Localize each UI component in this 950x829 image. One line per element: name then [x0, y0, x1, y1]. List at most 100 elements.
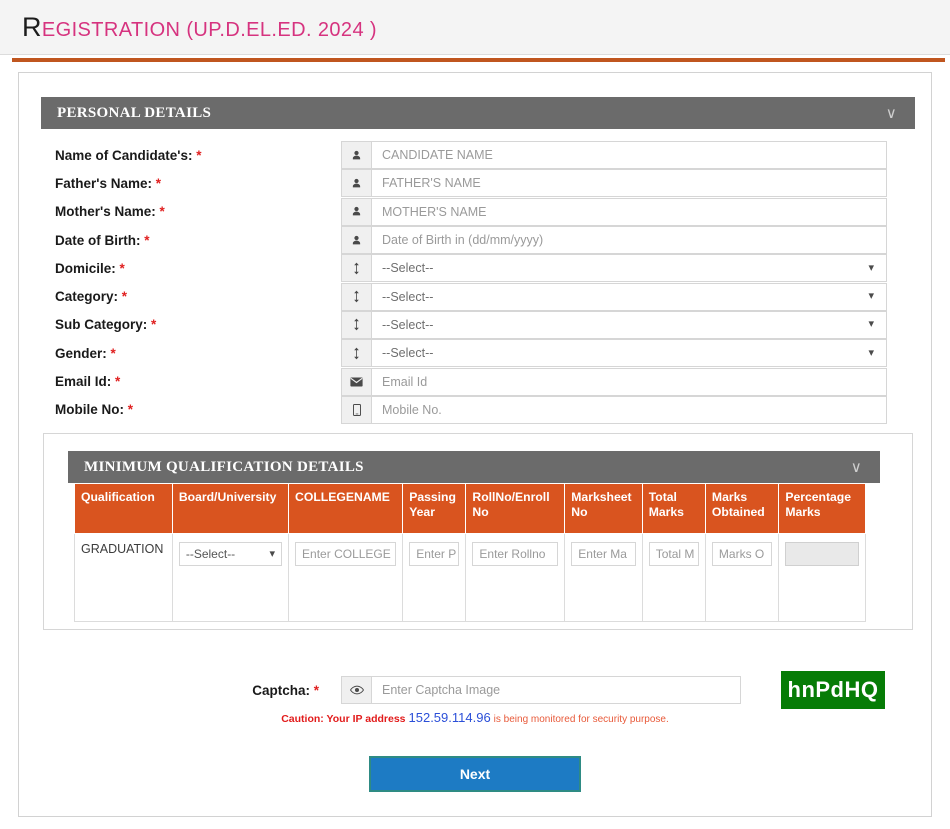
cell-percentage-marks	[778, 533, 866, 622]
label-email: Email Id: *	[55, 374, 121, 390]
cell-marks-obtained: Marks O	[704, 533, 780, 622]
personal-details-header[interactable]: PERSONAL DETAILS ∨	[41, 97, 915, 129]
page-title-initial: R	[22, 11, 42, 42]
input-marks-obtained[interactable]: Marks O	[711, 542, 773, 566]
chevron-down-icon: ▾	[868, 290, 874, 303]
personal-details-title: PERSONAL DETAILS	[57, 104, 212, 121]
sort-icon	[341, 282, 371, 311]
footer-actions: Next	[19, 756, 931, 792]
select-sub-category[interactable]: --Select-- ▾	[371, 310, 887, 339]
eye-icon[interactable]	[341, 676, 371, 704]
chevron-down-icon: ▾	[868, 261, 874, 274]
required-asterisk: *	[115, 374, 121, 390]
chevron-down-icon: ▾	[868, 346, 874, 359]
page-header: REGISTRATION (UP.D.EL.ED. 2024 )	[0, 0, 950, 55]
qualification-table: Qualification Board/University COLLEGENA…	[74, 483, 866, 622]
field-row-candidate-name: Name of Candidate's: * CANDIDATE NAME	[19, 141, 931, 170]
qualification-details-header[interactable]: MINIMUM QUALIFICATION DETAILS ∨	[68, 451, 880, 483]
input-mother-name[interactable]: MOTHER'S NAME	[371, 197, 887, 226]
form-panel: PERSONAL DETAILS ∨ Name of Candidate's: …	[18, 72, 932, 817]
cell-passing-year: Enter P	[402, 533, 467, 622]
user-icon	[341, 197, 371, 226]
field-row-mother-name: Mother's Name: * MOTHER'S NAME	[19, 197, 931, 226]
sort-icon	[341, 339, 371, 368]
input-candidate-name[interactable]: CANDIDATE NAME	[371, 141, 887, 170]
captcha-row: Captcha: * Enter Captcha Image hnPdHQ	[19, 671, 931, 709]
user-icon	[341, 169, 371, 198]
label-mobile: Mobile No: *	[55, 402, 134, 418]
input-rollno[interactable]: Enter Rollno	[472, 542, 559, 566]
input-date-of-birth[interactable]: Date of Birth in (dd/mm/yyyy)	[371, 226, 887, 255]
next-button[interactable]: Next	[369, 756, 581, 792]
select-domicile[interactable]: --Select-- ▾	[371, 254, 887, 283]
input-father-name[interactable]: FATHER'S NAME	[371, 169, 887, 198]
select-gender[interactable]: --Select-- ▾	[371, 339, 887, 368]
sort-icon	[341, 310, 371, 339]
caution-prefix: Caution: Your IP address	[281, 713, 406, 725]
required-asterisk: *	[151, 317, 157, 333]
select-gender-value: --Select--	[382, 346, 434, 361]
required-asterisk: *	[144, 232, 150, 248]
required-asterisk: *	[121, 289, 128, 305]
field-row-date-of-birth: Date of Birth: * Date of Birth in (dd/mm…	[19, 226, 931, 255]
qualification-panel: MINIMUM QUALIFICATION DETAILS ∨ Qualific…	[43, 433, 913, 630]
field-row-category: Category: * --Select-- ▾	[19, 282, 931, 311]
cell-marksheet-no: Enter Ma	[564, 533, 643, 622]
select-board-university[interactable]: --Select-- ▾	[178, 542, 283, 566]
col-total-marks: Total Marks	[641, 483, 706, 534]
chevron-down-icon: ▾	[269, 547, 276, 560]
input-college-name[interactable]: Enter COLLEGE	[295, 542, 397, 566]
input-total-marks[interactable]: Total M	[648, 542, 699, 566]
page-title-rest: EGISTRATION (UP.D.EL.ED. 2024 )	[41, 18, 377, 41]
cell-total-marks: Total M	[641, 533, 706, 622]
col-college-name: COLLEGENAME	[288, 483, 404, 534]
select-board-value: --Select--	[185, 547, 236, 561]
input-email[interactable]: Email Id	[371, 367, 887, 396]
col-rollno-enroll-no: RollNo/Enroll No	[465, 483, 566, 534]
input-captcha[interactable]: Enter Captcha Image	[371, 676, 741, 704]
envelope-icon	[341, 367, 371, 396]
page-title: REGISTRATION (UP.D.EL.ED. 2024 )	[22, 12, 377, 43]
col-qualification: Qualification	[74, 483, 173, 534]
field-row-mobile: Mobile No: * Mobile No.	[19, 395, 931, 424]
field-row-gender: Gender: * --Select-- ▾	[19, 339, 931, 368]
col-board-university: Board/University	[171, 483, 290, 534]
field-row-father-name: Father's Name: * FATHER'S NAME	[19, 169, 931, 198]
label-candidate-name: Name of Candidate's: *	[55, 147, 202, 163]
qualification-details-title: MINIMUM QUALIFICATION DETAILS	[84, 458, 364, 475]
required-asterisk: *	[127, 402, 134, 418]
caution-ip-address: 152.59.114.96	[408, 710, 491, 725]
required-asterisk: *	[313, 682, 319, 698]
chevron-down-icon[interactable]: ∨	[886, 104, 897, 122]
select-domicile-value: --Select--	[382, 261, 434, 276]
required-asterisk: *	[159, 204, 165, 220]
required-asterisk: *	[110, 345, 116, 361]
required-asterisk: *	[119, 260, 125, 276]
personal-details-form: Name of Candidate's: * CANDIDATE NAME Fa…	[19, 141, 931, 424]
chevron-down-icon[interactable]: ∨	[851, 458, 862, 476]
field-row-sub-category: Sub Category: * --Select-- ▾	[19, 310, 931, 339]
cell-rollno: Enter Rollno	[465, 533, 566, 622]
mobile-icon	[341, 395, 371, 424]
label-domicile: Domicile: *	[55, 260, 125, 276]
user-icon	[341, 226, 371, 255]
cell-qualification: GRADUATION	[74, 533, 173, 622]
chevron-down-icon: ▾	[868, 318, 874, 331]
label-category: Category: *	[55, 289, 128, 305]
col-marks-obtained: Marks Obtained	[704, 483, 780, 534]
caution-suffix: is being monitored for security purpose.	[493, 714, 669, 725]
col-percentage-marks: Percentage Marks	[778, 483, 866, 534]
col-marksheet-no: Marksheet No	[564, 483, 643, 534]
input-marksheet-no[interactable]: Enter Ma	[571, 542, 636, 566]
input-passing-year[interactable]: Enter P	[409, 542, 460, 566]
label-date-of-birth: Date of Birth: *	[55, 232, 150, 248]
select-category[interactable]: --Select-- ▾	[371, 282, 887, 311]
col-passing-year: Passing Year	[402, 483, 467, 534]
label-father-name: Father's Name: *	[55, 175, 162, 191]
input-mobile[interactable]: Mobile No.	[371, 395, 887, 424]
user-icon	[341, 141, 371, 170]
required-asterisk: *	[155, 175, 162, 191]
table-row: GRADUATION --Select-- ▾ Enter COLLEGE En…	[74, 533, 866, 622]
sort-icon	[341, 254, 371, 283]
field-row-email: Email Id: * Email Id	[19, 367, 931, 396]
